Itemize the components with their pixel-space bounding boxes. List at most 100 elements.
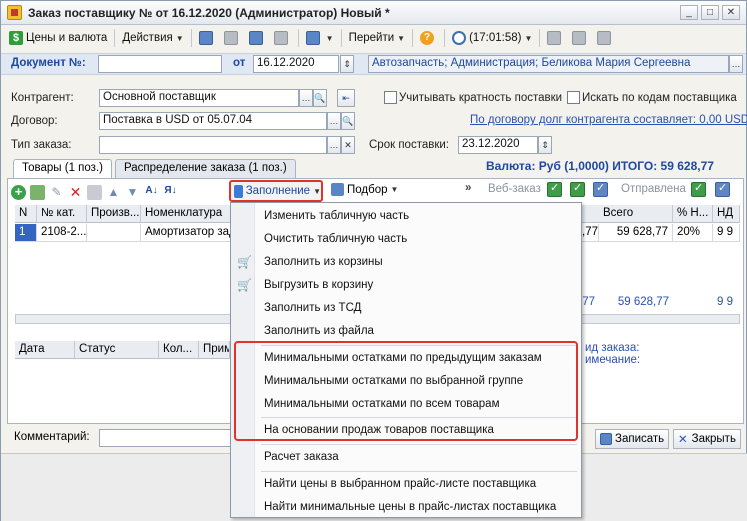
- date-spin-button[interactable]: ⇕: [340, 55, 354, 73]
- menu-item-fill-from-cart[interactable]: 🛒 Заполнить из корзины: [231, 251, 581, 273]
- close-window-button[interactable]: ✕: [722, 5, 740, 20]
- maximize-button[interactable]: □: [701, 5, 719, 20]
- hierarchy-button[interactable]: [543, 28, 568, 48]
- col-nomenclature[interactable]: Номенклатура: [141, 205, 241, 223]
- save-button[interactable]: Записать: [595, 429, 670, 449]
- check-sent-icon[interactable]: [691, 181, 706, 197]
- prices-currency-button[interactable]: $ Цены и валюта: [5, 28, 111, 48]
- move-up-icon[interactable]: ▲: [106, 185, 121, 200]
- check-icon[interactable]: [547, 181, 562, 197]
- col-maker[interactable]: Произв...: [87, 205, 141, 223]
- doc-icon-button[interactable]: [195, 28, 220, 48]
- list-button[interactable]: [568, 28, 593, 48]
- status-table-header: Дата Статус Кол... Прим: [15, 341, 230, 359]
- menu-item-fill-from-tsd[interactable]: Заполнить из ТСД: [231, 297, 581, 319]
- minimize-button[interactable]: _: [680, 5, 698, 20]
- col-note[interactable]: Прим: [199, 341, 230, 359]
- cell-total[interactable]: 59 628,77: [599, 224, 673, 242]
- select-menu-button[interactable]: Подбор ▼: [331, 183, 398, 196]
- close-button[interactable]: ✕ Закрыть: [673, 429, 741, 449]
- structure-button[interactable]: ▼: [302, 28, 338, 48]
- menu-item-find-prices-selected[interactable]: Найти цены в выбранном прайс-листе поста…: [231, 473, 581, 495]
- counterparty-field[interactable]: Основной поставщик: [99, 89, 299, 107]
- delivery-date-field[interactable]: 23.12.2020: [458, 136, 538, 154]
- counterparty-select-button[interactable]: …: [299, 89, 313, 107]
- annotation-highlight: [234, 341, 578, 441]
- doc-number-field[interactable]: [98, 55, 222, 73]
- col-n[interactable]: N: [15, 205, 37, 223]
- sort-desc-icon[interactable]: Я↓: [163, 185, 178, 200]
- copy-icon-button[interactable]: [220, 28, 245, 48]
- note-label: имечание:: [585, 354, 641, 366]
- end-edit-icon[interactable]: [87, 184, 102, 200]
- debt-link[interactable]: По договору долг контрагента составляет:…: [470, 114, 747, 126]
- menu-item-find-min-prices[interactable]: Найти минимальные цены в прайс-листах по…: [231, 496, 581, 518]
- copy-row-icon[interactable]: [30, 184, 45, 200]
- sent-label[interactable]: Отправлена: [621, 183, 686, 195]
- print-icon-button[interactable]: [245, 28, 270, 48]
- prices-currency-label: Цены и валюта: [26, 32, 108, 44]
- col-qty[interactable]: Кол...: [159, 341, 199, 359]
- menu-item-change-table[interactable]: Изменить табличную часть: [231, 205, 581, 227]
- menu-item-fill-from-file[interactable]: Заполнить из файла: [231, 320, 581, 342]
- col-catalog[interactable]: № кат.: [37, 205, 87, 223]
- web-order-label[interactable]: Веб-заказ: [488, 183, 541, 195]
- actions-menu-button[interactable]: Действия ▼: [118, 28, 187, 48]
- col-vat-rate[interactable]: % Н...: [673, 205, 713, 223]
- cell-partial[interactable]: ,77: [581, 224, 599, 242]
- contract-select-button[interactable]: …: [327, 112, 341, 130]
- fill-menu-button[interactable]: Заполнение ▼: [229, 180, 323, 202]
- menu-item-order-calc[interactable]: Расчет заказа: [231, 446, 581, 468]
- more-chevron-icon[interactable]: »: [465, 182, 471, 194]
- copy-docs-icon[interactable]: [593, 181, 608, 197]
- copy-sent-icon[interactable]: [715, 181, 730, 197]
- menu-item-export-to-cart[interactable]: 🛒 Выгрузить в корзину: [231, 274, 581, 296]
- order-type-clear-button[interactable]: ✕: [341, 136, 355, 154]
- tab-distribution[interactable]: Распределение заказа (1 поз.): [115, 159, 296, 178]
- total-sum: 59 628,77: [617, 296, 669, 308]
- back-arrow-icon[interactable]: ⇤: [337, 89, 355, 107]
- organization-field[interactable]: Автозапчасть; Администрация; Беликова Ма…: [368, 55, 729, 73]
- cell-vat-rate[interactable]: 20%: [673, 224, 713, 242]
- time-button[interactable]: (17:01:58) ▼: [448, 28, 536, 48]
- cell-n[interactable]: 1: [15, 224, 37, 242]
- goto-menu-button[interactable]: Перейти ▼: [345, 28, 410, 48]
- menu-item-clear-table[interactable]: Очистить табличную часть: [231, 228, 581, 250]
- col-date[interactable]: Дата: [15, 341, 75, 359]
- supplier-codes-checkbox[interactable]: [567, 91, 580, 104]
- col-status[interactable]: Статус: [75, 341, 159, 359]
- contract-label: Договор:: [11, 115, 58, 127]
- order-type-label: Тип заказа:: [11, 139, 72, 151]
- settings-button[interactable]: [593, 28, 618, 48]
- menu-separator: [261, 471, 577, 472]
- sort-asc-icon[interactable]: A↓: [144, 185, 159, 200]
- counterparty-open-button[interactable]: 🔍: [313, 89, 327, 107]
- structure-icon: [305, 31, 320, 45]
- cell-nd[interactable]: 9 9: [713, 224, 740, 242]
- window-title: Заказ поставщику № от 16.12.2020 (Админи…: [28, 6, 390, 20]
- multiplicity-checkbox[interactable]: [384, 91, 397, 104]
- delivery-date-spin-button[interactable]: ⇕: [538, 136, 552, 154]
- move-down-icon[interactable]: ▼: [125, 185, 140, 200]
- order-type-select-button[interactable]: …: [327, 136, 341, 154]
- contract-open-button[interactable]: 🔍: [341, 112, 355, 130]
- col-total[interactable]: Всего: [599, 205, 673, 223]
- edit-pencil-icon[interactable]: ✎: [49, 185, 64, 200]
- cell-maker[interactable]: [87, 224, 141, 242]
- cell-nomenclature[interactable]: Амортизатор зад: [141, 224, 241, 242]
- comment-field[interactable]: [99, 429, 231, 447]
- doc-date-field[interactable]: 16.12.2020: [253, 55, 339, 73]
- org-select-button[interactable]: …: [729, 55, 743, 73]
- help-button[interactable]: ?: [416, 28, 441, 48]
- contract-field[interactable]: Поставка в USD от 05.07.04: [99, 112, 327, 130]
- check-all-icon[interactable]: [570, 181, 585, 197]
- cell-catalog[interactable]: 2108-2...: [37, 224, 87, 242]
- document-window: Заказ поставщику № от 16.12.2020 (Админи…: [0, 0, 747, 521]
- delete-row-icon[interactable]: ✕: [68, 185, 83, 200]
- tab-goods[interactable]: Товары (1 поз.): [13, 159, 112, 179]
- add-row-icon[interactable]: +: [11, 184, 26, 200]
- col-nd[interactable]: НД: [713, 205, 740, 223]
- chevron-down-icon: ▼: [313, 186, 321, 196]
- post-icon-button[interactable]: [270, 28, 295, 48]
- order-type-field[interactable]: [99, 136, 327, 154]
